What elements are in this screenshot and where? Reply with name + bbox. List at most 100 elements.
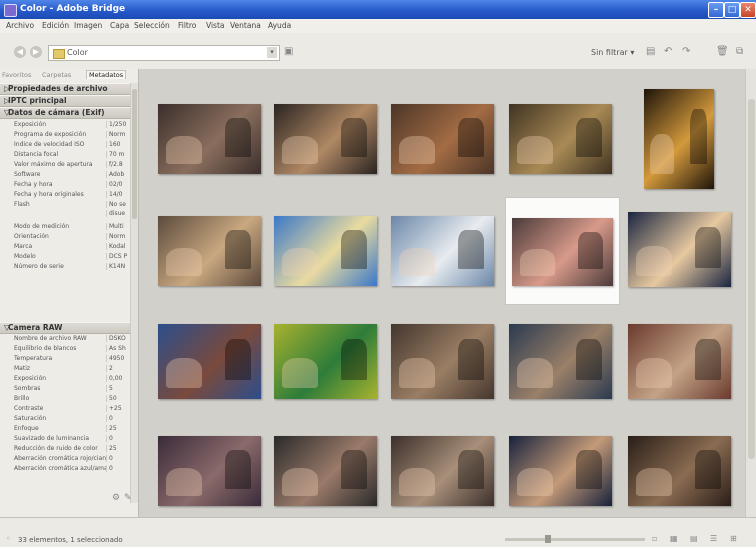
photo-thumbnail[interactable] [158,436,261,506]
photo-shadow [575,450,602,489]
photo-thumbnail[interactable] [274,216,377,286]
exif-row: Modelo DCS P [0,253,133,262]
photo-subject [517,135,554,164]
content-scroll-thumb[interactable] [748,99,755,459]
path-dropdown[interactable]: Color ▾ [48,45,280,61]
photo-thumbnail[interactable] [628,324,731,399]
section-camera-raw[interactable]: ▽ Camera RAW [0,322,138,334]
rotate-right-icon[interactable]: ↷ [682,46,690,57]
photo-subject [520,248,556,276]
photo-shadow [224,230,251,269]
menu-capa[interactable]: Capa [110,21,129,30]
photo-subject [649,134,675,174]
exif-row: Índice de velocidad ISO 160 [0,141,133,150]
tab-carpetas[interactable]: Carpetas [42,71,71,79]
menu-archivo[interactable]: Archivo [6,21,34,30]
photo-shadow [694,339,721,381]
photo-thumbnail[interactable] [509,104,612,174]
new-folder-icon[interactable]: ▤ [646,46,655,57]
bridge-app-icon [4,4,17,17]
metadata-options-icon[interactable]: ⚙ [112,493,120,503]
photo-shadow [689,109,707,164]
photo-thumbnail[interactable] [274,104,377,174]
photo-thumbnail[interactable] [158,104,261,174]
panel-scroll-thumb[interactable] [132,89,137,219]
photo-subject [282,467,319,496]
photo-subject [636,467,673,496]
minimize-button[interactable]: – [708,2,724,18]
title-bar: Color - Adobe Bridge – □ ✕ [0,0,756,19]
photo-shadow [457,230,484,269]
metadata-panel: Favoritos Carpetas Metadatos ▷ Propiedad… [0,69,139,517]
menu-bar: Archivo Edición Imagen Capa Selección Fi… [0,19,756,33]
slider-knob[interactable] [545,535,551,543]
photo-subject [399,467,436,496]
photo-subject [399,247,436,276]
photo-thumbnail[interactable] [391,216,494,286]
section-exif[interactable]: ▽ Datos de cámara (Exif) [0,107,138,119]
photo-thumbnail[interactable] [391,104,494,174]
photo-subject [636,245,673,276]
raw-row: Reducción de ruido de color 25 [0,445,133,454]
filter-dropdown[interactable]: Sin filtrar ▾ [591,48,634,57]
thumbnail-view-icon[interactable]: ▦ [670,534,678,543]
photo-subject [282,247,319,276]
exif-row: Valor máximo de apertura f/2.8 [0,161,133,170]
raw-row: Aberración cromática azul/amarillo0 [0,465,133,474]
trash-icon[interactable]: 🗑 [716,46,729,57]
menu-ayuda[interactable]: Ayuda [268,21,291,30]
section-iptc[interactable]: ▷ IPTC principal [0,95,138,107]
filmstrip-view-icon[interactable]: ▤ [690,534,698,543]
photo-thumbnail[interactable] [391,436,494,506]
back-button[interactable]: ◀ [14,46,26,58]
rotate-left-icon[interactable]: ↶ [664,46,672,57]
chevron-down-icon[interactable]: ▾ [267,47,277,58]
versions-view-icon[interactable]: ⊞ [730,534,737,543]
status-icon: ◦ [6,534,11,543]
photo-thumbnail[interactable] [274,436,377,506]
photo-shadow [575,118,602,157]
photo-thumbnail[interactable] [628,436,731,506]
photo-subject [517,357,554,388]
photo-thumbnail[interactable] [158,324,261,399]
up-folder-icon[interactable]: ▣ [284,46,293,57]
details-view-icon[interactable]: ☰ [710,534,717,543]
photo-thumbnail[interactable] [274,324,377,399]
section-file-properties[interactable]: ▷ Propiedades de archivo [0,83,138,95]
menu-filtro[interactable]: Filtro [178,21,196,30]
exif-row: disue [0,210,133,219]
menu-ventana[interactable]: Ventana [230,21,261,30]
raw-row: Enfoque 25 [0,425,133,434]
photo-thumbnail[interactable] [509,436,612,506]
close-button[interactable]: ✕ [740,2,756,18]
tab-metadatos[interactable]: Metadatos [86,70,127,79]
content-scrollbar[interactable] [745,69,756,517]
photo-thumbnail[interactable] [391,324,494,399]
photo-thumbnail[interactable] [509,324,612,399]
exif-row: Número de serie K14N [0,263,133,272]
photo-shadow [457,339,484,381]
small-thumb-icon[interactable]: ▫ [652,534,657,543]
exif-row: Software Adob [0,171,133,180]
photo-thumbnail[interactable] [512,218,613,286]
photo-thumbnail[interactable] [628,212,731,287]
tab-favoritos[interactable]: Favoritos [2,71,31,79]
compact-mode-icon[interactable]: ⧉ [736,46,743,57]
forward-button[interactable]: ▶ [30,46,42,58]
section-camera-raw-label: ▽ Camera RAW [4,323,63,332]
panel-scrollbar[interactable] [130,83,138,503]
menu-edicion[interactable]: Edición [42,21,69,30]
raw-row: Nombre de archivo RAW DSKO [0,335,133,344]
menu-seleccion[interactable]: Selección [134,21,170,30]
photo-thumbnail[interactable] [158,216,261,286]
menu-imagen[interactable]: Imagen [74,21,102,30]
edit-pencil-icon[interactable]: ✎ [124,493,132,503]
raw-row: Brillo 50 [0,395,133,404]
photo-thumbnail[interactable] [644,89,714,189]
thumbnail-size-slider[interactable] [505,535,645,543]
maximize-button[interactable]: □ [724,2,740,18]
menu-vista[interactable]: Vista [206,21,225,30]
photo-shadow [224,450,251,489]
photo-shadow [694,450,721,489]
window-title: Color - Adobe Bridge [20,4,126,14]
